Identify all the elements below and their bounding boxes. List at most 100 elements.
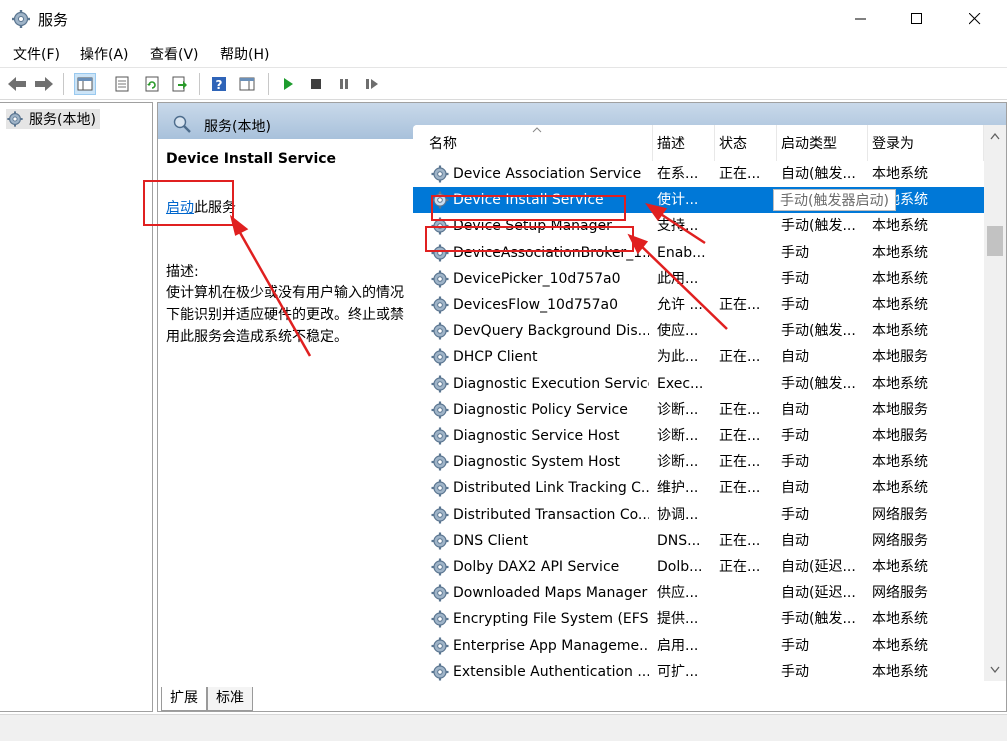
toolbar: ? [0,67,1007,100]
tree-item-services-local[interactable]: 服务(本地) [6,109,100,129]
service-log-on-as: 本地系统 [872,323,928,340]
service-row[interactable]: DHCP Client 为此... 正在... 自动 本地服务 [413,344,984,370]
column-header-startup-type[interactable]: 启动类型 [777,125,868,161]
maximize-icon [911,13,922,24]
service-log-on-as: 本地系统 [872,611,928,628]
service-log-on-as: 本地服务 [872,401,928,418]
status-bar [0,714,1007,741]
service-row[interactable]: DNS Client DNS... 正在... 自动 网络服务 [413,528,984,554]
service-status [719,502,773,528]
service-startup-type: 手动(触发... [781,611,856,628]
service-name: DNS Client [453,532,529,549]
list-header: 名称 描述 状态 启动类型 登录为 [413,125,984,161]
service-name: Device Setup Manager [453,218,612,235]
tab-standard[interactable]: 标准 [207,687,253,711]
restart-service-button[interactable] [361,73,383,95]
close-button[interactable] [952,0,998,38]
pause-icon [340,79,348,89]
service-gear-icon [431,479,449,497]
column-header-description[interactable]: 描述 [653,125,715,161]
action-pane-icon [239,77,255,91]
help-button[interactable]: ? [208,73,230,95]
column-header-status[interactable]: 状态 [715,125,777,161]
service-row[interactable]: Diagnostic Execution Service Exec... 手动(触发… [413,371,984,397]
service-name: Enterprise App Manageme... [453,637,649,654]
properties-button[interactable] [111,73,133,95]
service-name: DevicesFlow_10d757a0 [453,297,619,313]
service-row[interactable]: Dolby DAX2 API Service Dolb... 正在... 自动(延迟.… [413,554,984,580]
service-description: Dolb... [657,559,703,575]
selected-service-name: Device Install Service [166,151,337,167]
pause-service-button[interactable] [333,73,355,95]
service-description-panel: Device Install Service 启动此服务 描述: 使计算机在极少… [158,139,416,679]
service-log-on-as: 本地系统 [872,218,928,235]
service-row[interactable]: Device Association Service 在系... 正在... 自动(触… [413,161,984,187]
service-row[interactable]: Enterprise App Manageme... 启用... 手动 本地系统 [413,633,984,659]
column-label: 名称 [429,136,457,152]
service-startup-type: 自动(延迟... [781,559,856,575]
service-status [719,318,773,344]
toolbar-separator [199,73,200,95]
service-description: Enab... [657,244,706,261]
pane-title: 服务(本地) [204,119,271,135]
toolbar-separator [268,73,269,95]
service-description: 维护... [657,480,699,497]
refresh-button[interactable] [141,73,163,95]
show-console-tree-button[interactable] [74,73,96,95]
service-row[interactable]: DevQuery Background Dis... 使应... 手动(触发... 本… [413,318,984,344]
export-list-button[interactable] [168,73,190,95]
start-service-button[interactable] [277,73,299,95]
service-gear-icon [431,663,449,681]
service-row[interactable]: Device Install Service 使计... 本地系统 手动(触发器启动) [413,187,984,214]
vertical-scrollbar[interactable] [984,125,1006,681]
service-name: Diagnostic Execution Service [453,375,649,392]
service-log-on-as: 网络服务 [872,532,928,549]
service-row[interactable]: Diagnostic System Host 诊断... 正在... 手动 本地系统 [413,449,984,475]
service-row[interactable]: Distributed Transaction Co... 协调... 手动 网络服务 [413,502,984,528]
service-log-on-as: 网络服务 [872,585,928,602]
service-row[interactable]: Device Setup Manager 支持... 手动(触发... 本地系统 [413,213,984,239]
service-row[interactable]: Encrypting File System (EFS) 提供... 手动(触发..… [413,606,984,632]
column-header-name[interactable]: 名称 [413,125,653,161]
scrollbar-thumb[interactable] [987,226,1003,256]
service-description: 可扩... [657,663,699,680]
forward-button[interactable] [33,73,55,95]
service-gear-icon [431,506,449,524]
menu-file[interactable]: 文件(F) [13,44,60,64]
menu-help[interactable]: 帮助(H) [220,44,269,64]
service-name: DevicePicker_10d757a0 [453,270,621,287]
service-startup-type: 自动 [781,532,809,549]
tree-item-label: 服务(本地) [29,112,96,128]
service-row[interactable]: DevicePicker_10d757a0 此用... 手动 本地系统 [413,266,984,292]
service-row[interactable]: DevicesFlow_10d757a0 允许 ... 正在... 手动 本地系统 [413,292,984,318]
back-button[interactable] [6,73,28,95]
service-status [719,633,773,659]
show-action-pane-button[interactable] [236,73,258,95]
service-row[interactable]: Downloaded Maps Manager 供应... 自动(延迟... 网络服务 [413,580,984,606]
service-row[interactable]: Diagnostic Service Host 诊断... 正在... 手动 本地服务 [413,423,984,449]
service-description: 使计... [657,192,699,209]
service-startup-type: 手动(触发... [781,218,856,235]
service-status [719,580,773,606]
service-row[interactable]: DeviceAssociationBroker_1... Enab... 手动 本地系… [413,240,984,266]
view-tabs: 扩展 标准 [158,687,1006,711]
menu-view[interactable]: 查看(V) [150,44,199,64]
console-tree: 服务(本地) [0,102,153,712]
minimize-button[interactable] [838,0,884,38]
service-row[interactable]: Extensible Authentication ... 可扩... 手动 本地系统 [413,659,984,681]
service-row[interactable]: Diagnostic Policy Service 诊断... 正在... 自动 本地服… [413,397,984,423]
maximize-button[interactable] [894,0,940,38]
service-status: 正在... [719,532,761,549]
service-row[interactable]: Distributed Link Tracking C... 维护... 正在...… [413,475,984,501]
menu-action[interactable]: 操作(A) [80,44,129,64]
service-startup-type: 手动(触发... [781,323,856,340]
startup-type-tooltip: 手动(触发器启动) [773,189,896,212]
service-gear-icon [431,427,449,445]
start-service-link[interactable]: 启动 [166,200,194,216]
service-status [719,606,773,632]
tab-extended[interactable]: 扩展 [161,687,207,711]
column-header-log-on-as[interactable]: 登录为 [868,125,984,161]
stop-service-button[interactable] [305,73,327,95]
service-name: Encrypting File System (EFS) [453,611,649,628]
service-log-on-as: 网络服务 [872,506,928,523]
